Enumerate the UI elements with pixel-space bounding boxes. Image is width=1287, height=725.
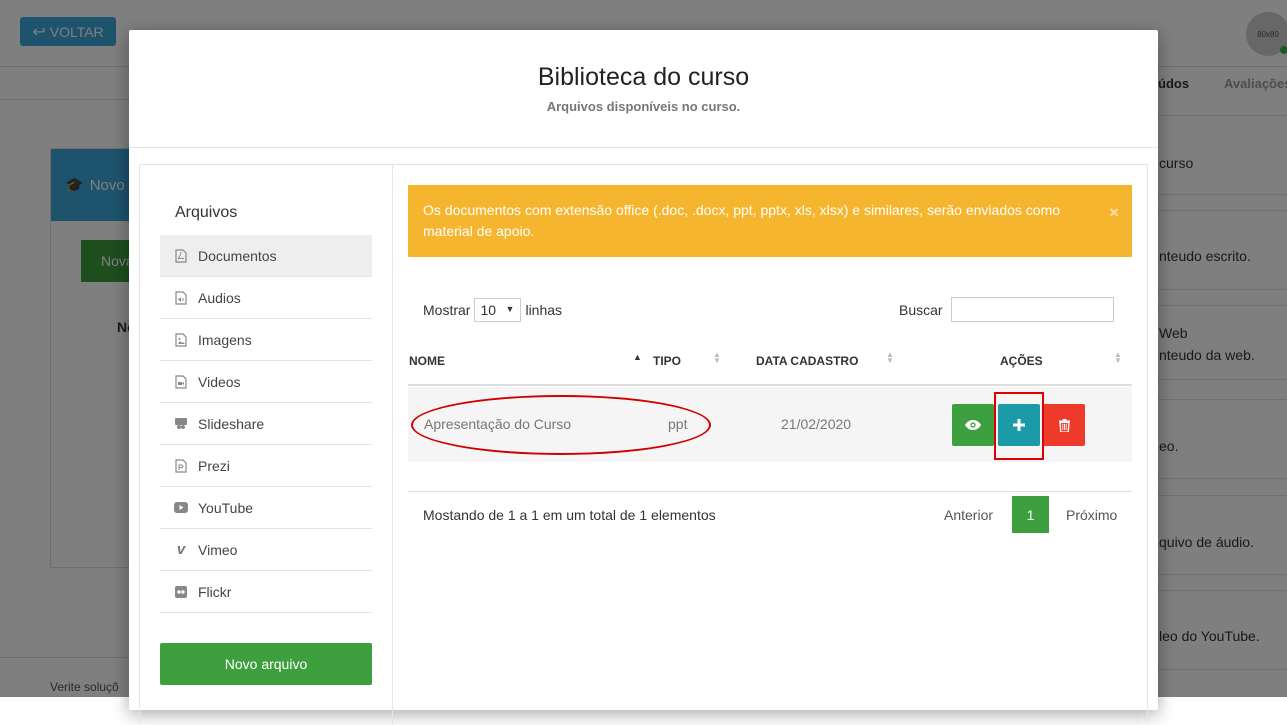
flickr-icon bbox=[174, 585, 188, 599]
sidebar-item-label: Imagens bbox=[198, 331, 252, 348]
page-size-control: Mostrar 10 ▼ linhas bbox=[423, 298, 562, 322]
file-type: ppt bbox=[668, 416, 688, 432]
close-icon[interactable]: × bbox=[1109, 202, 1119, 223]
sidebar-item-label: Slideshare bbox=[198, 415, 265, 432]
audio-file-icon bbox=[174, 290, 188, 305]
file-date: 21/02/2020 bbox=[781, 416, 852, 432]
next-page-button[interactable]: Próximo bbox=[1066, 507, 1117, 523]
sidebar-item-label: Prezi bbox=[198, 457, 230, 474]
file-name: Apresentação do Curso bbox=[424, 416, 572, 432]
sidebar-item-prezi[interactable]: Prezi bbox=[160, 445, 372, 487]
trash-icon bbox=[1058, 418, 1070, 432]
alert-text: Os documentos com extensão office (.doc,… bbox=[423, 202, 1061, 239]
image-file-icon bbox=[174, 332, 188, 347]
sidebar-item-vimeo[interactable]: v Vimeo bbox=[160, 529, 372, 571]
page-size-select[interactable]: 10 ▼ bbox=[474, 298, 522, 322]
new-file-button[interactable]: Novo arquivo bbox=[160, 643, 372, 685]
youtube-icon bbox=[174, 501, 188, 515]
modal-content: Arquivos Documentos Audios Imagens Video… bbox=[139, 164, 1149, 725]
modal-header: Biblioteca do curso Arquivos disponíveis… bbox=[129, 30, 1158, 148]
files-panel: Os documentos com extensão office (.doc,… bbox=[393, 165, 1149, 725]
table-header: NOME ▲ TIPO ▲ ▼ DATA CADASTRO ▲ ▼ AÇÕES ▲ ▼ bbox=[408, 340, 1132, 386]
sort-both-icon: ▲ ▼ bbox=[886, 350, 894, 365]
office-files-alert: Os documentos com extensão office (.doc,… bbox=[408, 185, 1132, 257]
modal-subtitle: Arquivos disponíveis no curso. bbox=[546, 99, 741, 114]
table-info: Mostando de 1 a 1 em um total de 1 eleme… bbox=[423, 507, 716, 523]
sidebar-item-youtube[interactable]: YouTube bbox=[160, 487, 372, 529]
show-label: Mostrar bbox=[423, 302, 471, 318]
sort-both-icon: ▲ ▼ bbox=[1114, 350, 1122, 365]
sidebar-item-audios[interactable]: Audios bbox=[160, 277, 372, 319]
sidebar-item-label: Videos bbox=[198, 373, 241, 390]
search-input[interactable] bbox=[950, 297, 1114, 322]
column-header-type[interactable]: TIPO bbox=[653, 354, 681, 368]
new-file-button-label: Novo arquivo bbox=[224, 656, 308, 672]
sort-both-icon: ▲ ▼ bbox=[713, 350, 721, 365]
table-row: Apresentação do Curso ppt 21/02/2020 bbox=[408, 387, 1132, 462]
column-header-actions[interactable]: AÇÕES bbox=[1000, 354, 1043, 368]
sidebar-item-label: Documentos bbox=[198, 247, 277, 264]
search-control: Buscar bbox=[899, 297, 1114, 322]
sidebar-item-label: Vimeo bbox=[198, 541, 238, 558]
sidebar-item-label: Flickr bbox=[198, 583, 232, 600]
search-label: Buscar bbox=[899, 301, 943, 318]
library-modal: Biblioteca do curso Arquivos disponíveis… bbox=[129, 30, 1158, 725]
video-file-icon bbox=[174, 374, 188, 389]
vimeo-icon: v bbox=[176, 541, 186, 558]
view-button[interactable] bbox=[952, 404, 994, 446]
file-type-sidebar: Arquivos Documentos Audios Imagens Video… bbox=[140, 165, 393, 725]
sidebar-item-label: YouTube bbox=[198, 499, 254, 516]
column-header-name[interactable]: NOME bbox=[409, 354, 445, 368]
rows-label: linhas bbox=[525, 302, 563, 318]
previous-page-button[interactable]: Anterior bbox=[944, 507, 993, 523]
sidebar-item-label: Audios bbox=[198, 289, 241, 306]
delete-button[interactable] bbox=[1043, 404, 1085, 446]
sidebar-title: Arquivos bbox=[175, 204, 238, 221]
table-footer-divider bbox=[408, 491, 1132, 492]
sidebar-item-imagens[interactable]: Imagens bbox=[160, 319, 372, 361]
eye-icon bbox=[965, 420, 981, 430]
sidebar-item-videos[interactable]: Videos bbox=[160, 361, 372, 403]
modal-title: Biblioteca do curso bbox=[537, 63, 750, 91]
sidebar-item-documentos[interactable]: Documentos bbox=[160, 235, 372, 277]
page-button-current[interactable]: 1 bbox=[1012, 496, 1049, 533]
column-header-date[interactable]: DATA CADASTRO bbox=[756, 354, 858, 368]
sort-asc-icon: ▲ bbox=[633, 352, 642, 362]
caret-down-icon: ▼ bbox=[505, 304, 515, 314]
highlight-rectangle bbox=[994, 392, 1044, 460]
page-size-value: 10 bbox=[480, 302, 497, 318]
prezi-icon bbox=[174, 458, 188, 473]
sidebar-item-slideshare[interactable]: Slideshare bbox=[160, 403, 372, 445]
slideshare-icon bbox=[174, 417, 188, 431]
sidebar-item-flickr[interactable]: Flickr bbox=[160, 571, 372, 613]
pdf-file-icon bbox=[174, 248, 188, 263]
